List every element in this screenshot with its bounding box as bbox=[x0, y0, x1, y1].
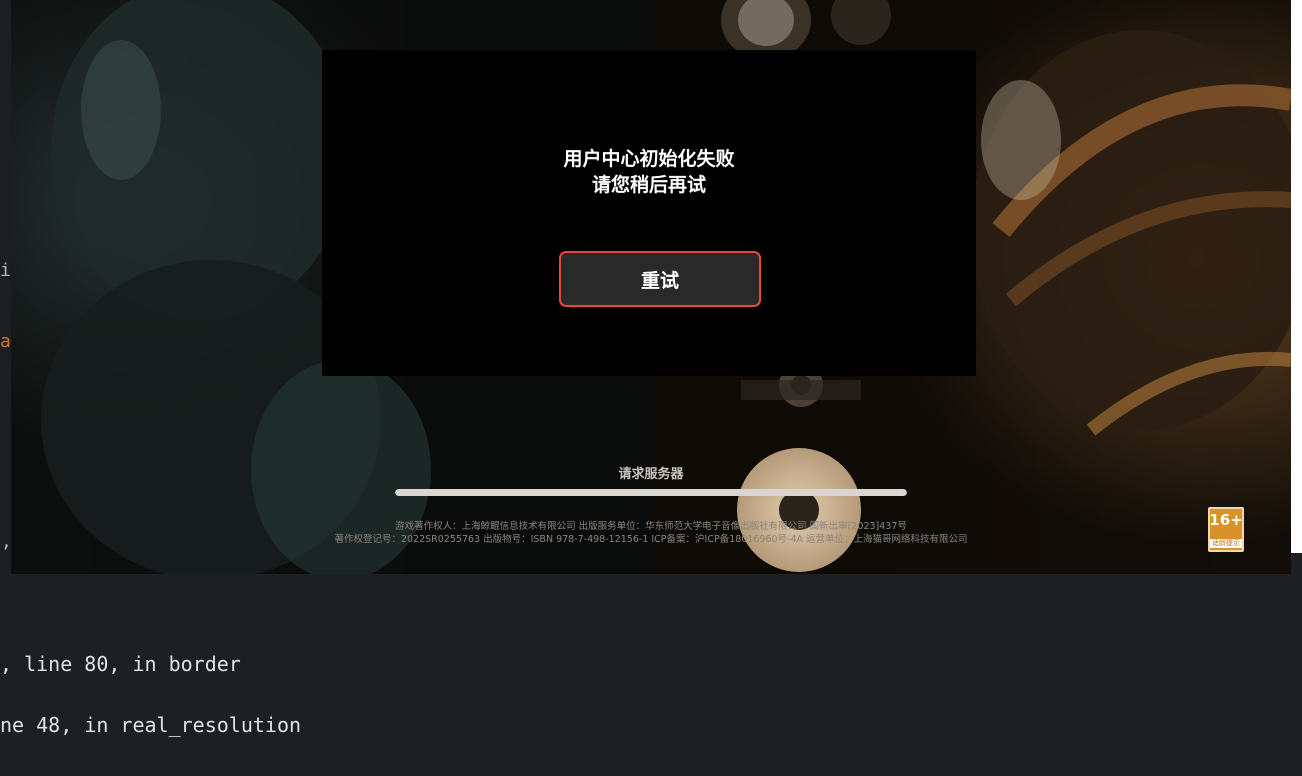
desktop-root: i a , 用户中心初始化失败 请您稍后再试 重试 请求服务器 游戏著作权人：上… bbox=[0, 0, 1302, 776]
loading-status-label: 请求服务器 bbox=[618, 467, 684, 482]
loading-progress-fill bbox=[395, 489, 907, 496]
loading-progress-bar bbox=[395, 489, 907, 496]
error-message-line: 用户中心初始化失败 bbox=[563, 148, 735, 170]
console-line: , line 80, in border bbox=[0, 652, 241, 676]
editor-text-fragment: a bbox=[0, 331, 11, 352]
window-edge-strip bbox=[1291, 0, 1302, 553]
game-window: 用户中心初始化失败 请您稍后再试 重试 请求服务器 游戏著作权人：上海鲸鲲信息技… bbox=[11, 0, 1291, 574]
age-rating-badge[interactable]: 16+ 适龄提示 bbox=[1208, 507, 1244, 552]
console-output-panel: , line 80, in border ne 48, in real_reso… bbox=[0, 578, 1302, 776]
age-rating-text: 适龄提示 bbox=[1210, 539, 1242, 548]
editor-gutter-strip: i a , bbox=[0, 0, 12, 578]
age-rating-number: 16+ bbox=[1209, 511, 1243, 529]
retry-button[interactable]: 重试 bbox=[559, 251, 761, 307]
console-line: ne 48, in real_resolution bbox=[0, 713, 302, 737]
copyright-line: 游戏著作权人：上海鲸鲲信息技术有限公司 出版服务单位：华东师范大学电子音像出版社… bbox=[395, 521, 907, 532]
editor-text-fragment: i bbox=[0, 260, 11, 281]
error-message: 用户中心初始化失败 请您稍后再试 bbox=[322, 146, 976, 198]
error-message-line: 请您稍后再试 bbox=[591, 174, 706, 196]
error-dialog: 用户中心初始化失败 请您稍后再试 重试 bbox=[322, 50, 976, 376]
copyright-notice: 游戏著作权人：上海鲸鲲信息技术有限公司 出版服务单位：华东师范大学电子音像出版社… bbox=[11, 520, 1291, 546]
copyright-line: 著作权登记号：2022SR0255763 出版物号：ISBN 978-7-498… bbox=[334, 534, 968, 545]
